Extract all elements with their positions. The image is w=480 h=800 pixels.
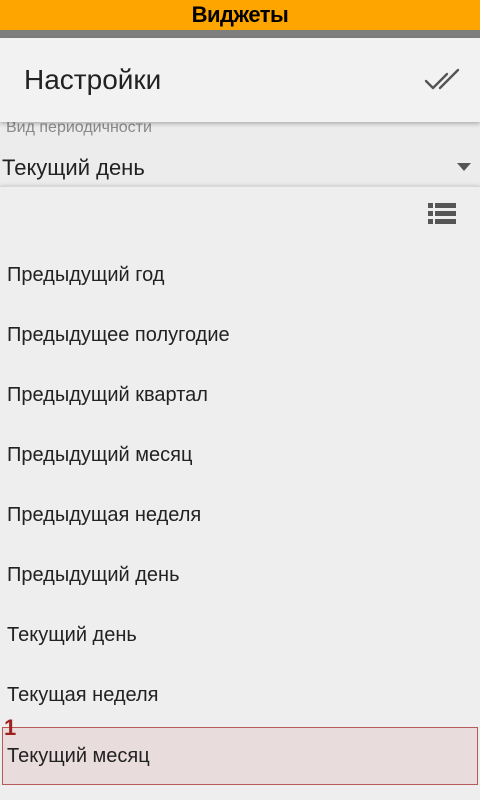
option-label: Предыдущий день	[7, 564, 180, 586]
field-value[interactable]: Текущий день	[2, 154, 145, 182]
screen: Виджеты Настройки Вид периодичности Теку…	[0, 0, 480, 800]
settings-header: Настройки	[0, 38, 480, 122]
option-item[interactable]: Текущая неделя	[0, 665, 480, 725]
confirm-button[interactable]	[420, 62, 468, 98]
top-banner: Виджеты	[0, 0, 480, 30]
dropdown-popup: Предыдущий год Предыдущее полугодие Пред…	[0, 186, 480, 800]
option-item[interactable]: Предыдущий день	[0, 545, 480, 605]
app-title: Виджеты	[191, 2, 289, 27]
periodicity-field[interactable]: Вид периодичности Текущий день	[0, 119, 480, 186]
option-label: Предыдущая неделя	[7, 504, 202, 526]
option-item[interactable]: Предыдущий месяц	[0, 425, 480, 485]
option-item[interactable]: Текущий день	[0, 605, 480, 665]
option-label: Текущая неделя	[7, 684, 159, 706]
option-item-highlighted[interactable]: 1 Текущий месяц	[2, 715, 478, 785]
option-label: Предыдущий квартал	[7, 384, 208, 406]
options-list: Предыдущий год Предыдущее полугодие Пред…	[0, 245, 480, 785]
option-label: Предыдущее полугодие	[7, 324, 230, 346]
list-view-button[interactable]	[428, 203, 460, 229]
option-item[interactable]: Предыдущий квартал	[0, 365, 480, 425]
option-item[interactable]: Предыдущее полугодие	[0, 305, 480, 365]
option-item[interactable]: Предыдущий год	[0, 245, 480, 305]
list-icon	[428, 203, 456, 224]
option-label: Предыдущий месяц	[7, 444, 193, 466]
dropdown-arrow-icon[interactable]	[457, 163, 471, 171]
option-item[interactable]: Предыдущая неделя	[0, 485, 480, 545]
option-label: Текущий день	[7, 624, 137, 646]
banner-divider	[0, 30, 480, 38]
option-label: Предыдущий год	[7, 264, 165, 286]
option-marker: 1	[4, 715, 17, 740]
page-title: Настройки	[24, 64, 162, 95]
option-label: Текущий месяц	[7, 745, 150, 767]
double-check-icon	[424, 68, 460, 90]
